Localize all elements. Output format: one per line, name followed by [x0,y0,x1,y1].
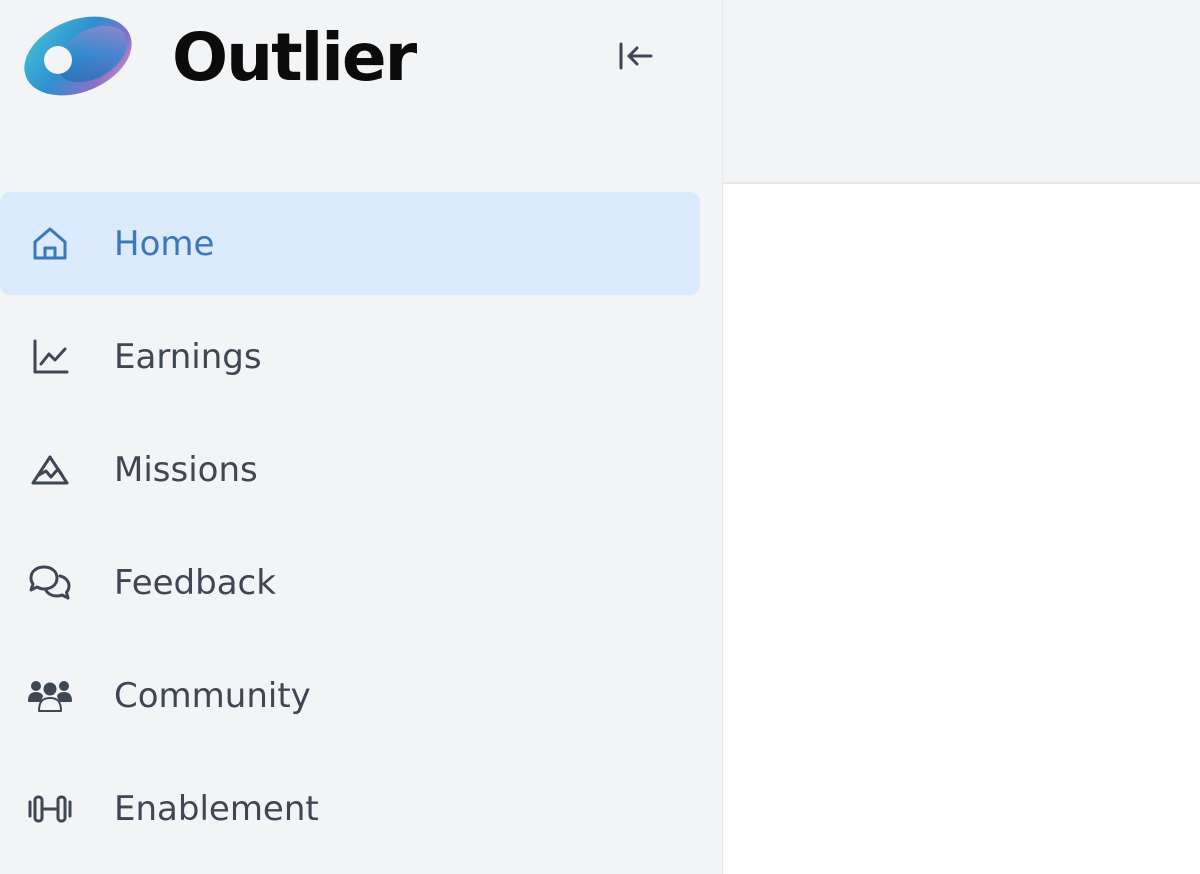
top-header [723,0,1200,184]
sidebar-item-label: Enablement [114,788,319,829]
chat-bubbles-icon [26,559,74,607]
main-content [723,184,1200,874]
app-window: Outlier Home Earnings Missions Feedback … [0,0,1200,874]
sidebar: Outlier Home Earnings Missions Feedback … [0,0,723,874]
sidebar-item-missions[interactable]: Missions [0,418,700,521]
sidebar-item-feedback[interactable]: Feedback [0,531,700,634]
collapse-sidebar-icon [617,40,655,76]
chart-line-icon [26,333,74,381]
collapse-sidebar-button[interactable] [612,38,660,78]
users-icon [26,672,74,720]
sidebar-item-home[interactable]: Home [0,192,700,295]
mountain-icon [26,446,74,494]
sidebar-nav: Home Earnings Missions Feedback Communit… [0,192,700,870]
sidebar-item-label: Feedback [114,562,276,603]
home-icon [26,220,74,268]
sidebar-item-community[interactable]: Community [0,644,700,747]
outlier-logo-icon[interactable] [20,16,136,100]
dumbbell-icon [26,785,74,833]
sidebar-item-label: Missions [114,449,258,490]
sidebar-item-label: Home [114,223,215,264]
sidebar-item-enablement[interactable]: Enablement [0,757,700,860]
sidebar-item-label: Earnings [114,336,262,377]
sidebar-item-earnings[interactable]: Earnings [0,305,700,408]
brand-name: Outlier [172,19,417,96]
sidebar-item-label: Community [114,675,311,716]
